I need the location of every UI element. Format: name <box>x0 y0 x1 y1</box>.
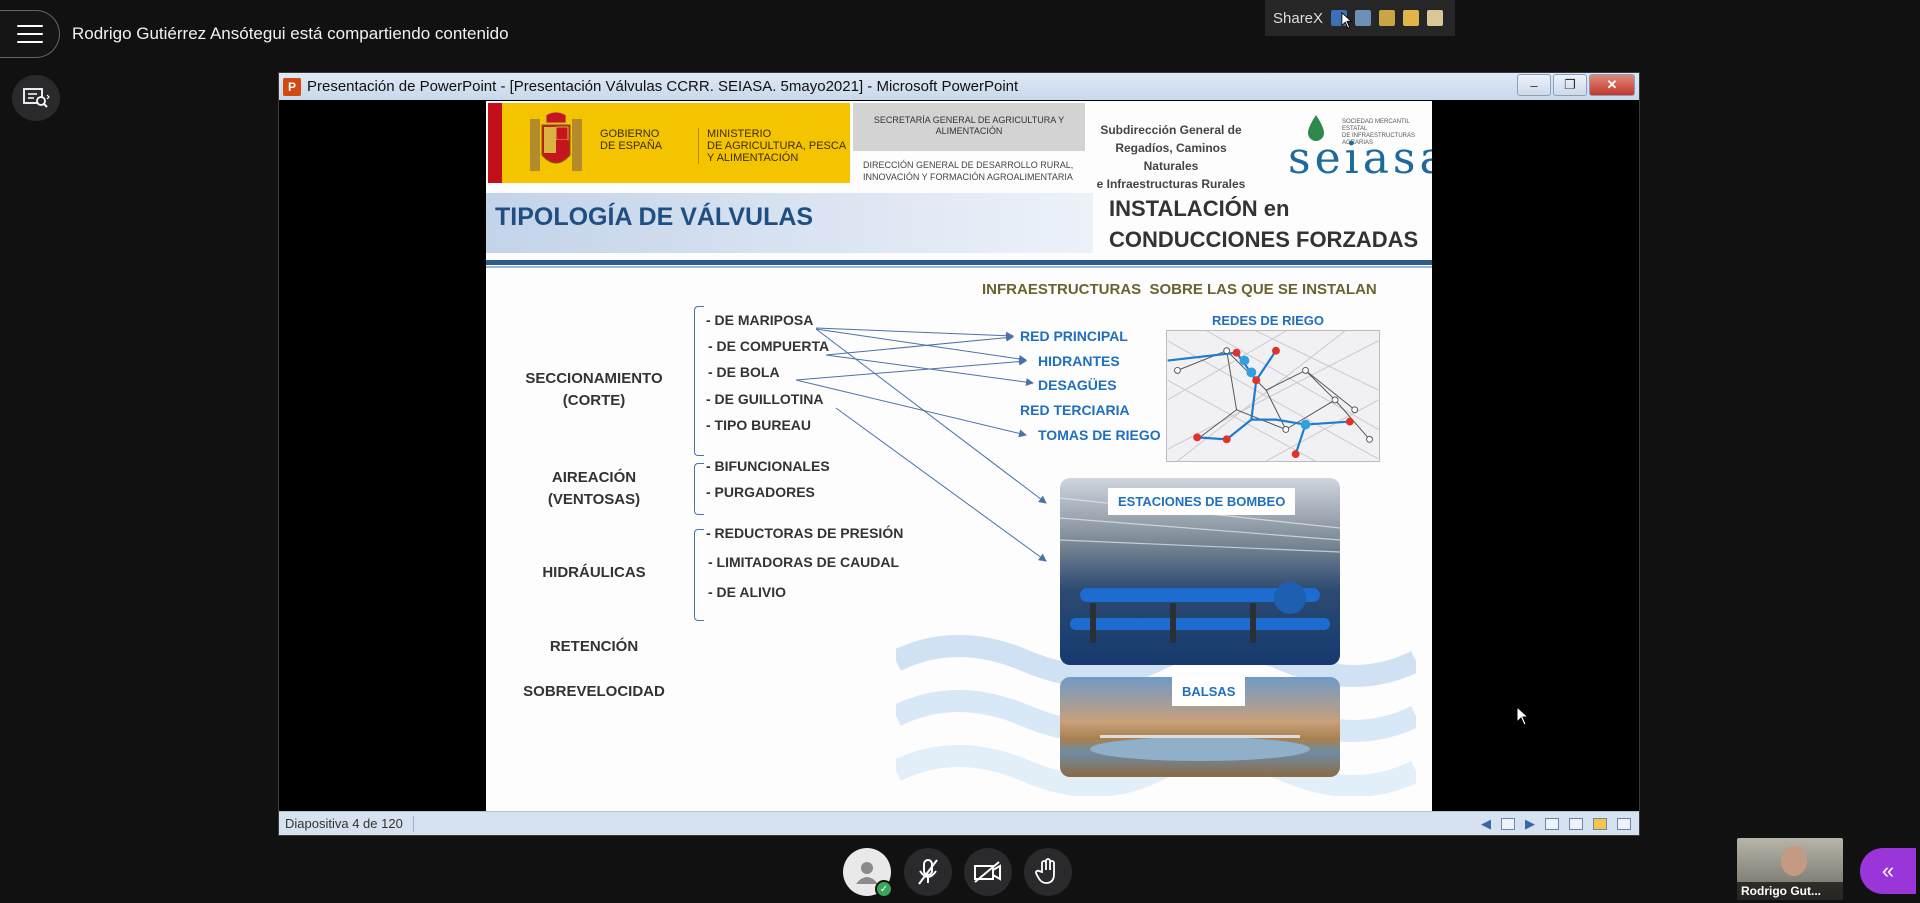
participant-video-tile[interactable]: Rodrigo Gut... <box>1737 838 1843 900</box>
item-bifuncionales: - BIFUNCIONALES <box>706 458 830 474</box>
balsas-label: BALSAS <box>1172 677 1246 706</box>
chevron-double-left-icon: « <box>1881 858 1895 883</box>
install-title: INSTALACIÓN en CONDUCCIONES FORZADAS <box>1109 196 1419 252</box>
ministerio-text: MINISTERIO DE AGRICULTURA, PESCA Y ALIME… <box>698 128 846 164</box>
minimize-button[interactable]: – <box>1517 74 1551 96</box>
title-rule-thin <box>486 266 1432 268</box>
camera-button[interactable] <box>964 848 1012 896</box>
category-retencion: RETENCIÓN <box>549 638 639 655</box>
category-seccionamiento: SECCIONAMIENTO (CORTE) <box>525 370 663 409</box>
next-slide-icon[interactable]: ▶ <box>1525 816 1535 832</box>
participant-name: Rodrigo Gut... <box>1737 882 1843 900</box>
item-guillotina: - DE GUILLOTINA <box>706 391 824 407</box>
category-sobrevelocidad: SOBREVELOCIDAD <box>523 683 665 700</box>
sharex-cursor-icon <box>1341 12 1353 29</box>
balsas-photo: BALSAS <box>1060 677 1340 777</box>
target-red-terciaria: RED TERCIARIA <box>1020 402 1130 418</box>
slide-title: TIPOLOGÍA DE VÁLVULAS <box>495 203 814 231</box>
window-title: Presentación de PowerPoint - [Presentaci… <box>307 78 1019 95</box>
category-aireacion: AIREACIÓN (VENTOSAS) <box>547 469 641 508</box>
sharing-title: Rodrigo Gutiérrez Ansótegui está compart… <box>72 24 509 43</box>
category-hidraulicas: HIDRÁULICAS <box>542 564 646 581</box>
irrigation-network-map <box>1166 330 1380 462</box>
ppt-statusbar: Diapositiva 4 de 120 ◀ ▶ <box>279 811 1639 835</box>
meeting-view: Rodrigo Gutiérrez Ansótegui está compart… <box>0 0 1920 903</box>
close-button[interactable]: ✕ <box>1589 74 1635 96</box>
capture-screen-icon[interactable] <box>1355 10 1372 26</box>
target-desagues: DESAGÜES <box>1038 377 1117 393</box>
target-red-principal: RED PRINCIPAL <box>1020 328 1128 344</box>
slide-counter: Diapositiva 4 de 120 <box>285 816 403 831</box>
reading-view-icon[interactable] <box>1593 818 1607 830</box>
avatar-icon <box>856 862 878 884</box>
capture-window-icon[interactable] <box>1379 10 1396 26</box>
redes-riego-title: REDES DE RIEGO <box>1212 313 1324 328</box>
mouse-cursor-icon <box>1516 706 1530 726</box>
gobierno-text: GOBIERNO DE ESPAÑA <box>600 128 663 152</box>
slideshow-view-icon[interactable] <box>1617 818 1631 830</box>
seiasa-logo: SOCIEDAD MERCANTIL ESTATAL DE INFRAESTRU… <box>1272 103 1432 184</box>
powerpoint-icon: P <box>283 77 301 96</box>
infra-title: INFRAESTRUCTURAS SOBRE LAS QUE SE INSTAL… <box>982 281 1377 298</box>
my-status-button[interactable]: ✓ <box>843 848 893 898</box>
slide: GOBIERNO DE ESPAÑA MINISTERIO DE AGRICUL… <box>486 101 1432 811</box>
estaciones-bombeo-photo: ESTACIONES DE BOMBEO <box>1060 478 1340 665</box>
direccion-text: DIRECCIÓN GENERAL DE DESARROLLO RURAL, I… <box>863 160 1074 182</box>
secretaria-text: SECRETARÍA GENERAL DE AGRICULTURA Y ALIM… <box>853 103 1085 151</box>
screen-search-button[interactable] <box>12 75 60 121</box>
sorter-view-icon[interactable] <box>1569 818 1583 830</box>
item-limitadoras: - LIMITADORAS DE CAUDAL <box>708 554 900 570</box>
status-check-icon: ✓ <box>875 880 893 898</box>
main-menu-button[interactable] <box>0 10 60 58</box>
raise-hand-icon <box>1035 858 1055 884</box>
bracket-hidraulicas <box>694 529 704 621</box>
participant-face <box>1781 846 1807 876</box>
slide-menu-icon[interactable] <box>1501 818 1515 830</box>
sharex-toolbar: ShareX <box>1265 0 1455 36</box>
subdireccion-text: Subdirección General de Regadíos, Camino… <box>1096 123 1246 191</box>
ppt-titlebar: P Presentación de PowerPoint - [Presenta… <box>279 73 1639 100</box>
title-rule <box>486 260 1432 265</box>
item-compuerta: - DE COMPUERTA <box>708 338 830 354</box>
item-alivio: - DE ALIVIO <box>708 584 787 600</box>
open-panel-button[interactable]: « <box>1860 848 1916 894</box>
item-mariposa: - DE MARIPOSA <box>706 312 814 328</box>
screen-search-icon <box>23 88 50 108</box>
sharex-label: ShareX <box>1273 9 1324 27</box>
item-reductoras: - REDUCTORAS DE PRESIÓN <box>706 525 904 541</box>
restore-button[interactable]: ❐ <box>1553 74 1587 96</box>
gobierno-logo: GOBIERNO DE ESPAÑA MINISTERIO DE AGRICUL… <box>488 103 850 183</box>
clipboard-upload-icon[interactable] <box>1403 10 1420 26</box>
prev-slide-icon[interactable]: ◀ <box>1481 816 1491 832</box>
estaciones-label: ESTACIONES DE BOMBEO <box>1108 488 1296 515</box>
coat-of-arms-icon <box>530 111 582 171</box>
target-tomas: TOMAS DE RIEGO <box>1038 427 1161 443</box>
normal-view-icon[interactable] <box>1545 818 1559 830</box>
camera-off-icon <box>974 861 1001 883</box>
item-bureau: - TIPO BUREAU <box>706 417 811 433</box>
mute-button[interactable] <box>904 848 952 896</box>
bracket-seccionamiento <box>694 306 704 456</box>
raise-hand-button[interactable] <box>1024 848 1072 896</box>
mic-off-icon <box>918 859 938 885</box>
powerpoint-window: P Presentación de PowerPoint - [Presenta… <box>278 72 1640 836</box>
bracket-aireacion <box>694 463 704 515</box>
item-bola: - DE BOLA <box>708 364 780 380</box>
menu-icon <box>16 25 43 43</box>
clipboard-icon[interactable] <box>1427 10 1444 26</box>
item-purgadores: - PURGADORES <box>706 484 815 500</box>
target-hidrantes: HIDRANTES <box>1038 353 1120 369</box>
